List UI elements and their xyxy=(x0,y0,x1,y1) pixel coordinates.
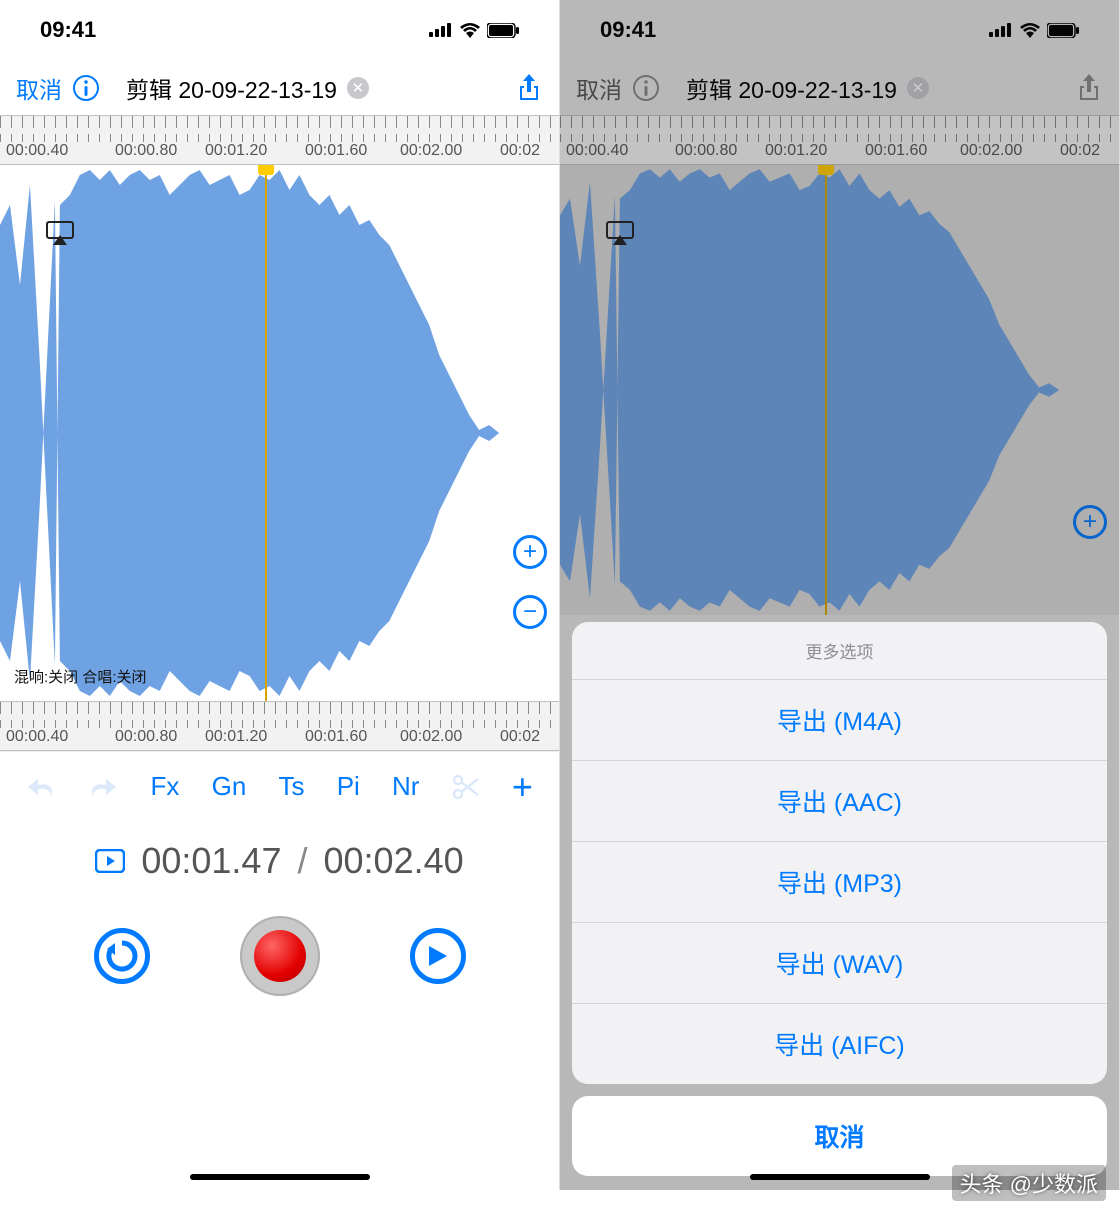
zoom-out-button[interactable]: − xyxy=(513,595,547,629)
current-time: 00:01.47 xyxy=(141,840,281,882)
share-icon[interactable] xyxy=(515,72,543,104)
status-bar: 09:41 xyxy=(0,0,559,60)
home-indicator[interactable] xyxy=(190,1174,370,1180)
phone-left: 09:41 取消 剪辑 20-09-22-13-19 ✕ 00:00.40 00… xyxy=(0,0,560,1190)
effects-label: 混响:关闭 合唱:关闭 xyxy=(14,666,147,687)
playhead xyxy=(825,165,827,615)
ruler-label: 00:02.00 xyxy=(960,142,1022,160)
transport-controls xyxy=(0,901,559,1011)
clear-title-icon: ✕ xyxy=(907,77,929,99)
cancel-button: 取消 xyxy=(576,71,622,105)
fx-button[interactable]: Fx xyxy=(151,771,180,802)
ruler-label: 00:01.20 xyxy=(765,142,827,160)
ruler-label: 00:02 xyxy=(1060,142,1100,160)
gain-button[interactable]: Gn xyxy=(212,771,247,802)
export-aac-button[interactable]: 导出 (AAC) xyxy=(572,761,1107,842)
timestretch-button[interactable]: Ts xyxy=(278,771,304,802)
sheet-cancel-button[interactable]: 取消 xyxy=(572,1096,1107,1176)
ruler-label: 00:00.80 xyxy=(115,728,177,746)
battery-icon xyxy=(487,23,519,38)
home-indicator[interactable] xyxy=(750,1174,930,1180)
airplay-icon[interactable] xyxy=(46,221,74,250)
ruler-label: 00:01.20 xyxy=(205,728,267,746)
top-nav: 取消 剪辑 20-09-22-13-19 ✕ xyxy=(0,60,559,115)
waveform[interactable]: + − 混响:关闭 合唱:关闭 xyxy=(0,165,559,701)
zoom-in-button[interactable]: + xyxy=(513,535,547,569)
cancel-button[interactable]: 取消 xyxy=(16,71,62,105)
export-aifc-button[interactable]: 导出 (AIFC) xyxy=(572,1004,1107,1084)
status-icons xyxy=(429,22,519,38)
phone-right: 09:41 取消 剪辑 20-09-22-13-19 ✕ 00:00.40 00… xyxy=(560,0,1120,1190)
ruler-label: 00:02 xyxy=(500,728,540,746)
add-button[interactable]: + xyxy=(512,766,533,808)
redo-icon[interactable] xyxy=(88,775,118,799)
ruler-label: 00:02 xyxy=(500,142,540,160)
total-time: 00:02.40 xyxy=(324,840,464,882)
status-icons xyxy=(989,22,1079,38)
ruler-label: 00:00.80 xyxy=(115,142,177,160)
export-m4a-button[interactable]: 导出 (M4A) xyxy=(572,680,1107,761)
ruler-label: 00:00.40 xyxy=(6,728,68,746)
info-icon xyxy=(632,74,660,102)
watermark: 头条 @少数派 xyxy=(952,1165,1106,1201)
wifi-icon xyxy=(459,22,481,38)
scissors-icon[interactable] xyxy=(452,773,480,801)
page-title: 剪辑 20-09-22-13-19 xyxy=(126,71,337,105)
top-nav: 取消 剪辑 20-09-22-13-19 ✕ xyxy=(560,60,1119,115)
status-time: 09:41 xyxy=(40,17,96,43)
ruler-label: 00:00.40 xyxy=(6,142,68,160)
ruler-bottom[interactable]: 00:00.40 00:00.80 00:01.20 00:01.60 00:0… xyxy=(0,701,559,751)
noise-reduce-button[interactable]: Nr xyxy=(392,771,419,802)
ruler-label: 00:01.60 xyxy=(305,728,367,746)
cellular-icon xyxy=(989,23,1013,37)
ruler-label: 00:00.40 xyxy=(566,142,628,160)
play-mode-icon[interactable] xyxy=(95,840,125,882)
ruler-label: 00:02.00 xyxy=(400,142,462,160)
undo-icon[interactable] xyxy=(26,775,56,799)
ruler-top: 00:00.40 00:00.80 00:01.20 00:01.60 00:0… xyxy=(560,115,1119,165)
pitch-button[interactable]: Pi xyxy=(337,771,360,802)
share-icon xyxy=(1075,72,1103,104)
tool-row: Fx Gn Ts Pi Nr + xyxy=(0,751,559,821)
ruler-label: 00:02.00 xyxy=(400,728,462,746)
cellular-icon xyxy=(429,23,453,37)
status-bar: 09:41 xyxy=(560,0,1119,60)
battery-icon xyxy=(1047,23,1079,38)
clear-title-icon[interactable]: ✕ xyxy=(347,77,369,99)
time-display: 00:01.47 / 00:02.40 xyxy=(0,821,559,901)
rewind-button[interactable] xyxy=(94,928,150,984)
ruler-label: 00:01.60 xyxy=(305,142,367,160)
export-mp3-button[interactable]: 导出 (MP3) xyxy=(572,842,1107,923)
ruler-top[interactable]: 00:00.40 00:00.80 00:01.20 00:01.60 00:0… xyxy=(0,115,559,165)
waveform: + xyxy=(560,165,1119,615)
page-title: 剪辑 20-09-22-13-19 xyxy=(686,71,897,105)
time-separator: / xyxy=(297,840,307,882)
export-action-sheet: 更多选项 导出 (M4A) 导出 (AAC) 导出 (MP3) 导出 (WAV)… xyxy=(572,622,1107,1176)
ruler-label: 00:01.20 xyxy=(205,142,267,160)
playhead[interactable] xyxy=(265,165,267,701)
zoom-in-button: + xyxy=(1073,505,1107,539)
sheet-header: 更多选项 xyxy=(572,622,1107,680)
status-time: 09:41 xyxy=(600,17,656,43)
ruler-label: 00:00.80 xyxy=(675,142,737,160)
info-icon[interactable] xyxy=(72,74,100,102)
play-button[interactable] xyxy=(410,928,466,984)
ruler-label: 00:01.60 xyxy=(865,142,927,160)
export-wav-button[interactable]: 导出 (WAV) xyxy=(572,923,1107,1004)
record-button[interactable] xyxy=(240,916,320,996)
wifi-icon xyxy=(1019,22,1041,38)
airplay-icon xyxy=(606,221,634,250)
